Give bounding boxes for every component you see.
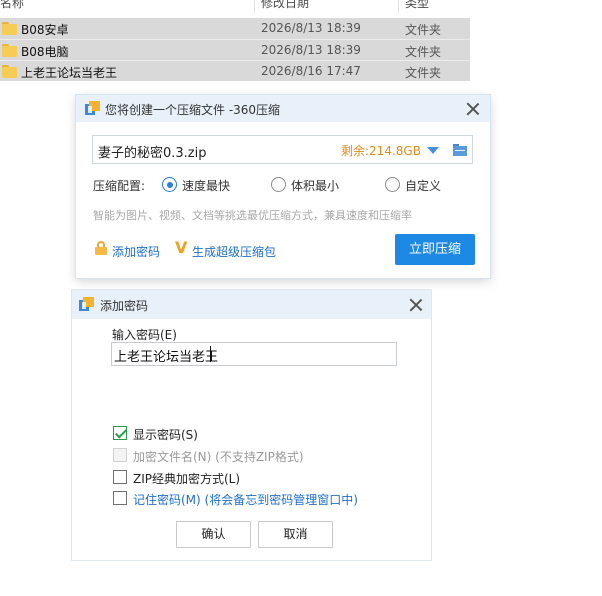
password-value[interactable]: 上老王论坛当老王	[114, 346, 218, 365]
password-input[interactable]: 上老王论坛当老王	[111, 342, 397, 366]
folder-icon	[2, 22, 17, 35]
file-type: 文件夹	[405, 66, 442, 80]
file-row[interactable]: B08安卓 2026/8/13 18:39 文件夹	[0, 18, 470, 39]
chevron-down-icon[interactable]	[427, 147, 439, 154]
remember-password-label: 记住密码(M)	[133, 493, 201, 507]
compress-dialog: 您将创建一个压缩文件 -360压缩 妻子的秘密0.3.zip 剩余:214.8G…	[76, 95, 490, 278]
compress-dialog-title: 您将创建一个压缩文件 -360压缩	[105, 103, 281, 117]
compress-hint: 智能为图片、视频、文档等挑选最优压缩方式，兼具速度和压缩率	[93, 209, 412, 222]
lock-icon	[95, 241, 107, 255]
confirm-button[interactable]: 确认	[176, 521, 251, 548]
column-divider[interactable]	[254, 0, 255, 14]
checkbox-label: ZIP经典加密方式(L)	[133, 472, 241, 486]
password-titlebar[interactable]: 添加密码	[72, 290, 431, 319]
folder-icon	[2, 44, 17, 57]
add-password-link[interactable]: 添加密码	[112, 243, 160, 260]
file-name: B08电脑	[21, 45, 69, 59]
radio-label: 速度最快	[182, 179, 231, 193]
file-date: 2026/8/16 17:47	[261, 64, 361, 78]
360zip-app-icon	[85, 101, 100, 115]
360zip-app-icon	[79, 297, 94, 311]
password-dialog-title: 添加密码	[100, 299, 149, 313]
file-date: 2026/8/13 18:39	[261, 21, 361, 35]
file-row[interactable]: B08电脑 2026/8/13 18:39 文件夹	[0, 39, 470, 60]
folder-icon	[2, 65, 17, 78]
column-divider[interactable]	[398, 0, 399, 14]
remember-password-note: (将会备忘到密码管理窗口中)	[204, 493, 358, 507]
compress-titlebar[interactable]: 您将创建一个压缩文件 -360压缩	[76, 95, 490, 122]
compress-now-button[interactable]: 立即压缩	[395, 234, 475, 265]
file-type: 文件夹	[405, 23, 442, 37]
text-caret	[210, 346, 211, 362]
super-package-link[interactable]: 生成超级压缩包	[192, 243, 276, 260]
password-dialog: 添加密码 输入密码(E) 上老王论坛当老王 显示密码(S) 加密文件名(N) (…	[72, 290, 431, 560]
checkbox-label: 记住密码(M) (将会备忘到密码管理窗口中)	[133, 491, 358, 508]
file-row[interactable]: 上老王论坛当老王 2026/8/16 17:47 文件夹	[0, 60, 470, 81]
close-icon[interactable]	[465, 101, 481, 117]
free-space-label: 剩余:214.8GB	[341, 144, 421, 158]
checkbox-label: 加密文件名(N) (不支持ZIP格式)	[133, 450, 304, 464]
file-name: 上老王论坛当老王	[21, 66, 118, 80]
file-type: 文件夹	[405, 45, 442, 59]
radio-label: 自定义	[405, 179, 442, 193]
column-header-date[interactable]: 修改日期	[261, 0, 341, 14]
column-header-type[interactable]: 类型	[405, 0, 445, 14]
file-name: B08安卓	[21, 23, 69, 37]
cancel-button[interactable]: 取消	[258, 521, 333, 548]
compress-config-label: 压缩配置:	[93, 179, 146, 193]
file-list: 名称 修改日期 类型 B08安卓 2026/8/13 18:39 文件夹 B08…	[0, 0, 470, 84]
password-input-label: 输入密码(E)	[112, 328, 177, 342]
radio-label: 体积最小	[291, 179, 340, 193]
column-header-name[interactable]: 名称	[0, 0, 60, 14]
file-date: 2026/8/13 18:39	[261, 43, 361, 57]
close-icon[interactable]	[408, 297, 424, 313]
checkbox-label: 显示密码(S)	[133, 428, 198, 442]
v-badge-icon: V	[175, 238, 188, 257]
archive-name[interactable]: 妻子的秘密0.3.zip	[98, 142, 207, 161]
browse-folder-icon[interactable]	[453, 144, 467, 156]
archive-path-field[interactable]: 妻子的秘密0.3.zip 剩余:214.8GB	[92, 135, 473, 164]
